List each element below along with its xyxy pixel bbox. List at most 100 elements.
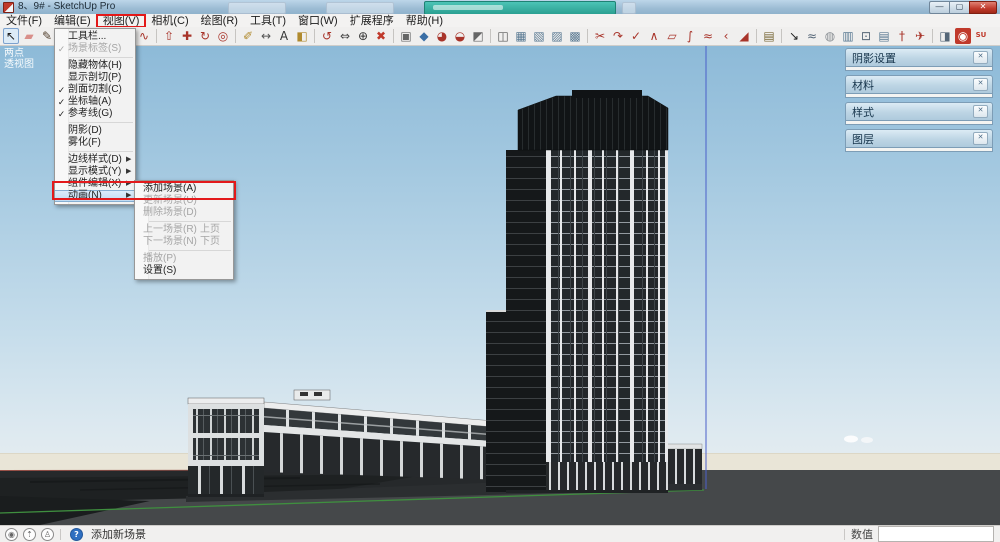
angle-icon[interactable]: ∧ xyxy=(646,28,662,44)
arrow-icon[interactable]: ↘ xyxy=(786,28,802,44)
menubar-item-帮助(H)[interactable]: 帮助(H) xyxy=(400,15,449,27)
tape-measure-tool-icon[interactable]: ✐ xyxy=(240,28,256,44)
close-button[interactable]: ✕ xyxy=(969,1,997,14)
rotate-tool-icon[interactable]: ↻ xyxy=(197,28,213,44)
tray-close-button[interactable]: ✕ xyxy=(973,78,988,91)
pencil-tool-icon[interactable]: ✎ xyxy=(39,28,55,44)
title-bar[interactable]: 8、9# - SketchUp Pro — ▢ ✕ xyxy=(0,0,1000,15)
menu-item-label: 设置(S) xyxy=(143,265,224,277)
surface-grid-icon-1-icon[interactable]: ▦ xyxy=(513,28,529,44)
styles-icon[interactable]: ◒ xyxy=(452,28,468,44)
menu-item-剖面切割(C)[interactable]: ✓剖面切割(C) xyxy=(55,84,135,96)
box-icon[interactable]: ▤ xyxy=(761,28,777,44)
eraser-tool-icon[interactable]: ▰ xyxy=(21,28,37,44)
menu-item-隐藏物体(H)[interactable]: 隐藏物体(H) xyxy=(55,60,135,72)
menu-shortcut: 下页 xyxy=(200,236,220,248)
tray-titlebar-图层[interactable]: 图层✕ xyxy=(845,129,993,148)
toolbar-separator xyxy=(393,29,394,43)
angle2-icon[interactable]: ‹ xyxy=(718,28,734,44)
toolbar-separator xyxy=(587,29,588,43)
background-tab[interactable] xyxy=(326,2,394,14)
sphere-icon[interactable]: ◍ xyxy=(822,28,838,44)
menubar-item-绘图(R)[interactable]: 绘图(R) xyxy=(195,15,244,27)
pin-icon[interactable]: † xyxy=(894,28,910,44)
zoom-tool-icon[interactable]: ⊕ xyxy=(355,28,371,44)
help-tip-icon[interactable]: ? xyxy=(70,528,83,541)
menubar-item-相机(C)[interactable]: 相机(C) xyxy=(145,15,194,27)
display-toggle-icon[interactable]: ◨ xyxy=(937,28,953,44)
zoom-extents-tool-icon[interactable]: ✖ xyxy=(373,28,389,44)
menu-item-设置(S)[interactable]: 设置(S) xyxy=(135,265,233,277)
arc-edit-icon[interactable]: ↷ xyxy=(610,28,626,44)
pages-icon[interactable]: ▥ xyxy=(840,28,856,44)
path-icon[interactable]: ∫ xyxy=(682,28,698,44)
geolocate-icon[interactable]: ◉ xyxy=(5,528,18,541)
menu-item-参考线(G)[interactable]: ✓参考线(G) xyxy=(55,108,135,120)
menu-item-坐标轴(A)[interactable]: ✓坐标轴(A) xyxy=(55,96,135,108)
materials-icon[interactable]: ◕ xyxy=(434,28,450,44)
text-tool-icon[interactable]: A xyxy=(276,28,292,44)
menubar-item-工具(T)[interactable]: 工具(T) xyxy=(244,15,292,27)
status-icons: ◉ ⇡ ♙? xyxy=(0,528,83,541)
background-tab[interactable] xyxy=(622,2,636,14)
menubar-item-文件(F)[interactable]: 文件(F) xyxy=(0,15,48,27)
menu-bar: 文件(F)编辑(E)视图(V)相机(C)绘图(R)工具(T)窗口(W)扩展程序帮… xyxy=(0,14,1000,28)
push-pull-tool-icon[interactable]: ⇧ xyxy=(161,28,177,44)
toolbar-separator xyxy=(781,29,782,43)
maximize-button[interactable]: ▢ xyxy=(949,1,969,14)
face-icon[interactable]: ▱ xyxy=(664,28,680,44)
spline-icon[interactable]: ≈ xyxy=(700,28,716,44)
menubar-item-扩展程序[interactable]: 扩展程序 xyxy=(344,15,400,27)
menu-item-场景标签(S): ✓场景标签(S) xyxy=(55,43,135,55)
tray-titlebar-样式[interactable]: 样式✕ xyxy=(845,102,993,121)
menu-item-工具栏...[interactable]: 工具栏... xyxy=(55,31,135,43)
wedge-icon[interactable]: ◢ xyxy=(736,28,752,44)
minimize-button[interactable]: — xyxy=(929,1,949,14)
tray-close-button[interactable]: ✕ xyxy=(973,105,988,118)
select-tool-icon[interactable]: ↖ xyxy=(3,28,19,44)
surface-grid-icon-2-icon[interactable]: ▧ xyxy=(531,28,547,44)
credits-icon[interactable]: ♙ xyxy=(41,528,54,541)
dimension-tool-icon[interactable]: ↔ xyxy=(258,28,274,44)
surface-grid-icon-4-icon[interactable]: ▩ xyxy=(567,28,583,44)
menu-item-雾化(F)[interactable]: 雾化(F) xyxy=(55,137,135,149)
menu-item-显示剖切(P)[interactable]: 显示剖切(P) xyxy=(55,72,135,84)
active-background-tab[interactable] xyxy=(424,1,616,15)
book-icon[interactable]: ▤ xyxy=(876,28,892,44)
model-viewport[interactable]: 两点 透视图 阴影设置✕材料✕样式✕图层✕ xyxy=(0,46,1000,525)
suapp-logo-icon[interactable]: SU xyxy=(973,28,989,44)
tray-close-button[interactable]: ✕ xyxy=(973,51,988,64)
pan-tool-icon[interactable]: ⇔ xyxy=(337,28,353,44)
measurement-input[interactable] xyxy=(878,526,994,542)
suapp-active-icon[interactable]: ◉ xyxy=(955,28,971,44)
menubar-item-窗口(W)[interactable]: 窗口(W) xyxy=(292,15,344,27)
menubar-item-编辑(E)[interactable]: 编辑(E) xyxy=(48,15,97,27)
window-select-icon[interactable]: ▣ xyxy=(398,28,414,44)
shadows-icon[interactable]: ◩ xyxy=(470,28,486,44)
section-plane-icon[interactable]: ◫ xyxy=(495,28,511,44)
check-icon[interactable]: ✓ xyxy=(628,28,644,44)
tray-阴影设置: 阴影设置✕ xyxy=(845,48,993,71)
tray-titlebar-阴影设置[interactable]: 阴影设置✕ xyxy=(845,48,993,67)
paint-bucket-tool-icon[interactable]: ◧ xyxy=(294,28,310,44)
offset-tool-icon[interactable]: ◎ xyxy=(215,28,231,44)
waves-icon[interactable]: ≈ xyxy=(804,28,820,44)
background-tab[interactable] xyxy=(228,2,286,14)
edit-note-icon[interactable]: ⊡ xyxy=(858,28,874,44)
tray-titlebar-材料[interactable]: 材料✕ xyxy=(845,75,993,94)
tray-close-button[interactable]: ✕ xyxy=(973,132,988,145)
plugin-icon[interactable]: ✈ xyxy=(912,28,928,44)
freehand-tool-icon[interactable]: ∿ xyxy=(136,28,152,44)
component-icon[interactable]: ◆ xyxy=(416,28,432,44)
move-tool-icon[interactable]: ✚ xyxy=(179,28,195,44)
menu-item-边线样式(D)[interactable]: 边线样式(D)▶ xyxy=(55,154,135,166)
cut-line-icon[interactable]: ✂ xyxy=(592,28,608,44)
menu-item-显示模式(Y)[interactable]: 显示模式(Y)▶ xyxy=(55,166,135,178)
surface-grid-icon-3-icon[interactable]: ▨ xyxy=(549,28,565,44)
orbit-tool-icon[interactable]: ↺ xyxy=(319,28,335,44)
menu-item-label: 阴影(D) xyxy=(68,125,126,137)
menubar-item-视图(V)[interactable]: 视图(V) xyxy=(97,15,146,27)
menu-item-阴影(D)[interactable]: 阴影(D) xyxy=(55,125,135,137)
measurement-area: 数值 xyxy=(844,526,1000,542)
model-upload-icon[interactable]: ⇡ xyxy=(23,528,36,541)
